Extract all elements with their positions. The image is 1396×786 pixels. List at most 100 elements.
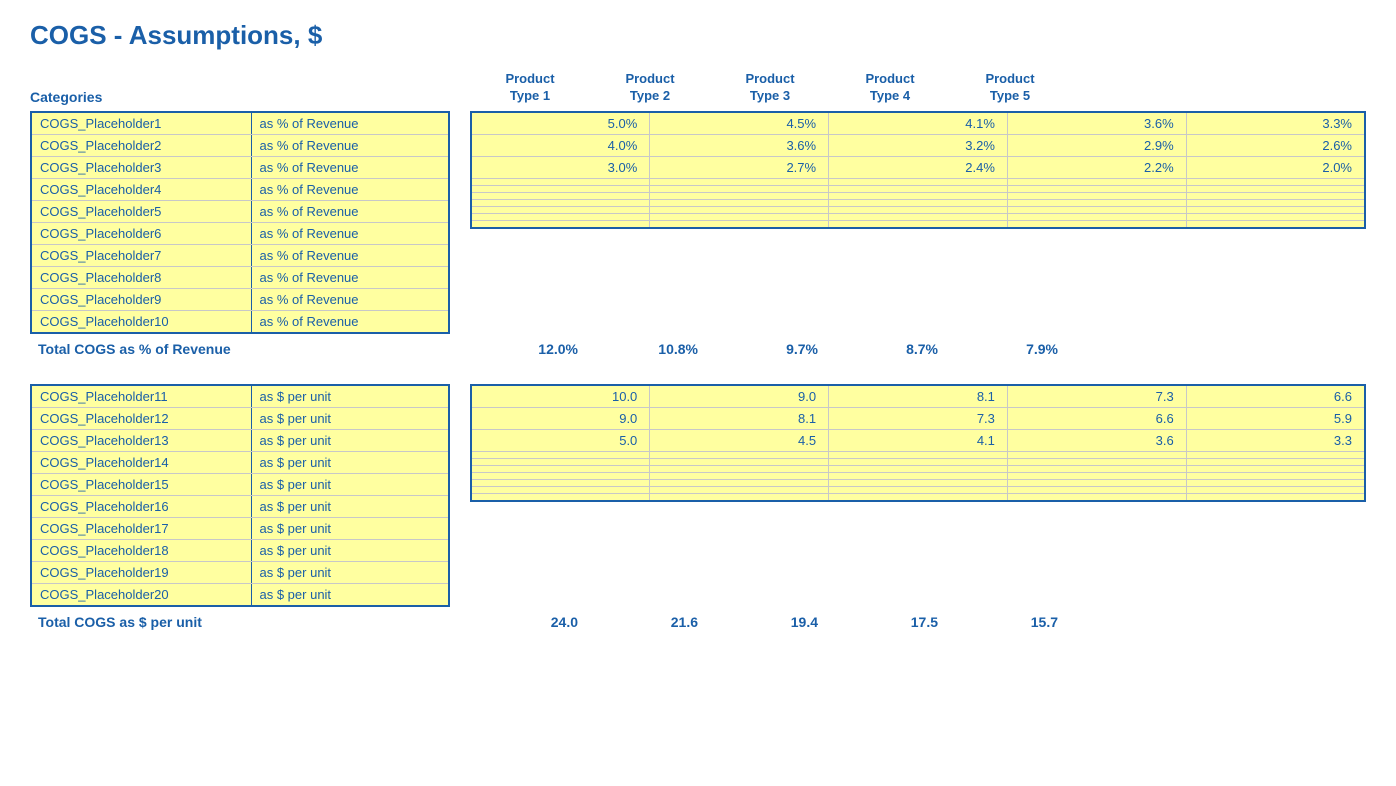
data-cell: 7.3 [829, 407, 1008, 429]
data-cell [1007, 178, 1186, 185]
row-type-cell: as % of Revenue [251, 178, 449, 200]
data-cell: 10.0 [471, 385, 650, 408]
data-cell [650, 206, 829, 213]
data-cell: 3.6% [1007, 112, 1186, 135]
row-name-cell: COGS_Placeholder11 [31, 385, 251, 408]
data-cell: 4.0% [471, 134, 650, 156]
data-cell [471, 213, 650, 220]
table-row: 10.09.08.17.36.6 [471, 385, 1365, 408]
data-cell: 2.7% [650, 156, 829, 178]
data-cell [1186, 213, 1365, 220]
row-name-cell: COGS_Placeholder16 [31, 495, 251, 517]
row-name-cell: COGS_Placeholder19 [31, 561, 251, 583]
section2-left-table: COGS_Placeholder11as $ per unitCOGS_Plac… [30, 384, 450, 607]
data-cell: 3.0% [471, 156, 650, 178]
data-cell: 3.3 [1186, 429, 1365, 451]
table-row: COGS_Placeholder15as $ per unit [31, 473, 449, 495]
data-cell: 8.1 [829, 385, 1008, 408]
table-row: COGS_Placeholder11as $ per unit [31, 385, 449, 408]
data-cell [471, 486, 650, 493]
table-row: COGS_Placeholder18as $ per unit [31, 539, 449, 561]
table-row: COGS_Placeholder20as $ per unit [31, 583, 449, 606]
table-row: COGS_Placeholder4as % of Revenue [31, 178, 449, 200]
row-name-cell: COGS_Placeholder17 [31, 517, 251, 539]
data-cell [650, 486, 829, 493]
data-cell [1007, 185, 1186, 192]
data-cell [1186, 472, 1365, 479]
data-cell [650, 192, 829, 199]
row-name-cell: COGS_Placeholder18 [31, 539, 251, 561]
data-cell [829, 185, 1008, 192]
table-row [471, 493, 1365, 501]
data-cell: 6.6 [1007, 407, 1186, 429]
data-cell: 9.0 [471, 407, 650, 429]
data-cell [471, 493, 650, 501]
table-row [471, 486, 1365, 493]
data-cell: 2.4% [829, 156, 1008, 178]
data-cell [829, 465, 1008, 472]
section2-total-label: Total COGS as $ per unit [38, 614, 202, 630]
row-name-cell: COGS_Placeholder10 [31, 310, 251, 333]
section1-row: COGS_Placeholder1as % of Revenue COGS_Pla… [30, 111, 1366, 334]
table-row: COGS_Placeholder14as $ per unit [31, 451, 449, 473]
table-row [471, 213, 1365, 220]
data-cell [650, 185, 829, 192]
row-name-cell: COGS_Placeholder3 [31, 156, 251, 178]
total-value-cell: 12.0% [470, 338, 590, 360]
data-cell: 4.1% [829, 112, 1008, 135]
section1-left-table: COGS_Placeholder1as % of Revenue COGS_Pla… [30, 111, 450, 334]
data-cell: 4.5% [650, 112, 829, 135]
total-value-cell: 15.7 [950, 611, 1070, 633]
data-cell [1186, 486, 1365, 493]
data-cell [1007, 206, 1186, 213]
data-cell [1007, 479, 1186, 486]
categories-label: Categories [30, 89, 470, 105]
data-cell [471, 199, 650, 206]
data-cell [1186, 199, 1365, 206]
data-cell [1186, 451, 1365, 458]
data-cell: 2.9% [1007, 134, 1186, 156]
data-cell [471, 479, 650, 486]
row-type-cell: as % of Revenue [251, 288, 449, 310]
table-row [471, 185, 1365, 192]
row-name-cell: COGS_Placeholder7 [31, 244, 251, 266]
data-cell [829, 451, 1008, 458]
product-header-4: ProductType 4 [830, 71, 950, 111]
table-row: COGS_Placeholder3as % of Revenue [31, 156, 449, 178]
table-row [471, 199, 1365, 206]
row-type-cell: as $ per unit [251, 451, 449, 473]
product-header-1: ProductType 1 [470, 71, 590, 111]
data-cell [829, 493, 1008, 501]
table-row: COGS_Placeholder9as % of Revenue [31, 288, 449, 310]
data-cell [650, 465, 829, 472]
total-value-cell: 19.4 [710, 611, 830, 633]
table-row: COGS_Placeholder1as % of Revenue [31, 112, 449, 135]
row-type-cell: as % of Revenue [251, 134, 449, 156]
data-cell [829, 458, 1008, 465]
data-cell [1186, 192, 1365, 199]
data-cell [1186, 479, 1365, 486]
row-name-cell: COGS_Placeholder9 [31, 288, 251, 310]
data-cell: 9.0 [650, 385, 829, 408]
data-cell: 3.2% [829, 134, 1008, 156]
data-cell [1007, 220, 1186, 228]
product-header-5: ProductType 5 [950, 71, 1070, 111]
row-type-cell: as $ per unit [251, 517, 449, 539]
data-cell [1186, 220, 1365, 228]
data-cell [829, 479, 1008, 486]
data-cell [1007, 493, 1186, 501]
table-row: 3.0%2.7%2.4%2.2%2.0% [471, 156, 1365, 178]
data-cell [650, 213, 829, 220]
data-cell [1186, 458, 1365, 465]
data-cell [1186, 206, 1365, 213]
data-cell [471, 206, 650, 213]
table-row: COGS_Placeholder6as % of Revenue [31, 222, 449, 244]
data-cell [829, 472, 1008, 479]
table-row: COGS_Placeholder12as $ per unit [31, 407, 449, 429]
row-type-cell: as $ per unit [251, 583, 449, 606]
table-row: COGS_Placeholder7as % of Revenue [31, 244, 449, 266]
data-cell: 5.9 [1186, 407, 1365, 429]
section2-right-table: 10.09.08.17.36.69.08.17.36.65.95.04.54.1… [470, 384, 1366, 502]
row-name-cell: COGS_Placeholder12 [31, 407, 251, 429]
data-cell: 4.5 [650, 429, 829, 451]
